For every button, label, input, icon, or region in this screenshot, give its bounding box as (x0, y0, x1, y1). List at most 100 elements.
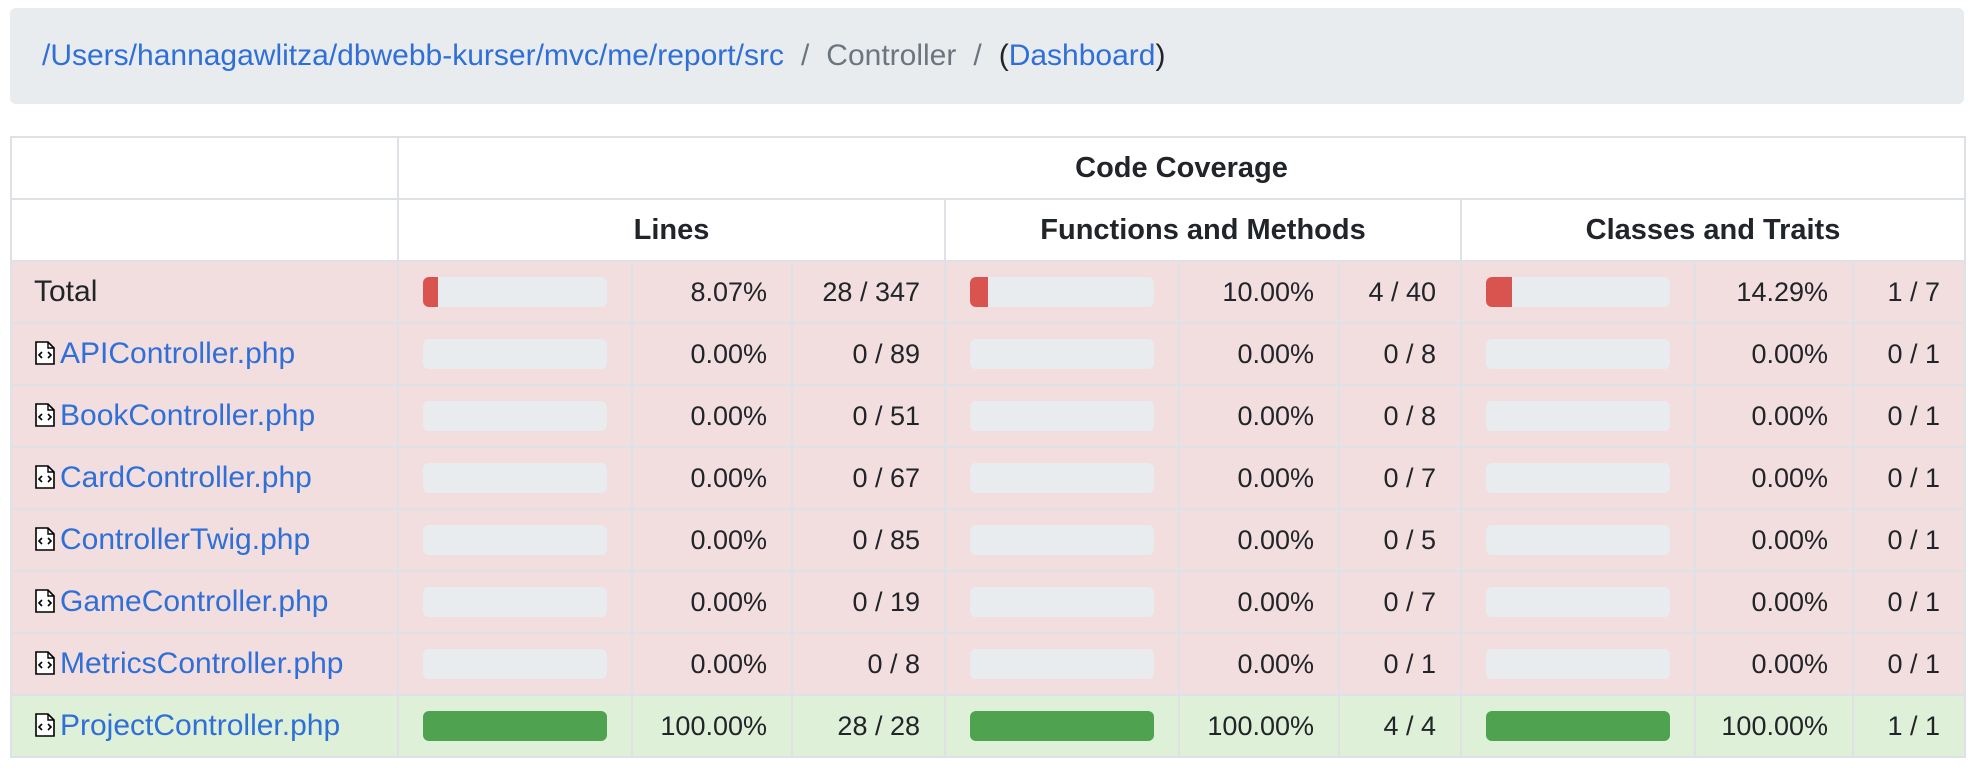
file-link[interactable]: MetricsController.php (60, 647, 343, 680)
classes-bar-cell (1460, 384, 1696, 448)
lines-header: Lines (397, 198, 946, 262)
php-file-icon (34, 525, 56, 551)
breadcrumb: /Users/hannagawlitza/dbwebb-kurser/mvc/m… (10, 8, 1964, 104)
php-file-icon (34, 339, 56, 365)
lines-ratio: 0 / 19 (791, 570, 946, 634)
lines-percent: 0.00% (631, 446, 793, 510)
lines-progress-bar (423, 649, 607, 679)
file-row: CardController.php 0.00% 0 / 67 0.00% 0 / 70… (10, 446, 1966, 510)
file-link[interactable]: CardController.php (60, 461, 312, 494)
methods-bar-cell (944, 260, 1180, 324)
methods-progress-bar (970, 339, 1154, 369)
total-row: Total 8.07% 28 / 347 10.00% 4 / 40 14.29% 1 / … (10, 260, 1966, 324)
file-link[interactable]: BookController.php (60, 399, 315, 432)
lines-ratio: 0 / 89 (791, 322, 946, 386)
classes-percent: 0.00% (1694, 508, 1854, 572)
classes-ratio: 0 / 1 (1852, 322, 1966, 386)
php-file-icon (34, 649, 56, 675)
methods-bar-cell (944, 384, 1180, 448)
name-cell: ProjectController.php (10, 694, 399, 758)
methods-ratio: 4 / 4 (1338, 694, 1462, 758)
lines-bar-cell (397, 384, 633, 448)
classes-ratio: 0 / 1 (1852, 632, 1966, 696)
methods-percent: 0.00% (1178, 446, 1340, 510)
file-link[interactable]: GameController.php (60, 585, 328, 618)
classes-percent: 0.00% (1694, 570, 1854, 634)
methods-ratio: 4 / 40 (1338, 260, 1462, 324)
classes-progress-bar (1486, 711, 1670, 741)
methods-progress-fill (970, 711, 1154, 741)
methods-progress-bar (970, 277, 1154, 307)
classes-progress-bar (1486, 463, 1670, 493)
total-label: Total (34, 275, 98, 308)
name-cell: Total (10, 260, 399, 324)
classes-ratio: 0 / 1 (1852, 384, 1966, 448)
name-cell: CardController.php (10, 446, 399, 510)
lines-percent: 0.00% (631, 632, 793, 696)
classes-progress-bar (1486, 587, 1670, 617)
file-row: ControllerTwig.php 0.00% 0 / 85 0.00% 0 / 50… (10, 508, 1966, 572)
classes-progress-bar (1486, 649, 1670, 679)
lines-progress-fill (423, 277, 438, 307)
header-empty-cell (10, 198, 399, 262)
breadcrumb-separator: / (973, 39, 982, 72)
lines-progress-fill (423, 711, 607, 741)
code-coverage-header: Code Coverage (397, 136, 1966, 200)
methods-progress-bar (970, 525, 1154, 555)
classes-ratio: 0 / 1 (1852, 570, 1966, 634)
name-cell: ControllerTwig.php (10, 508, 399, 572)
lines-percent: 8.07% (631, 260, 793, 324)
lines-percent: 0.00% (631, 384, 793, 448)
lines-ratio: 28 / 347 (791, 260, 946, 324)
lines-bar-cell (397, 508, 633, 572)
classes-progress-fill (1486, 711, 1670, 741)
lines-bar-cell (397, 570, 633, 634)
coverage-table: Code Coverage Lines Functions and Method… (10, 136, 1966, 758)
lines-ratio: 28 / 28 (791, 694, 946, 758)
classes-percent: 0.00% (1694, 632, 1854, 696)
classes-bar-cell (1460, 508, 1696, 572)
classes-bar-cell (1460, 570, 1696, 634)
classes-bar-cell (1460, 260, 1696, 324)
dashboard-paren-open: ( (998, 39, 1009, 72)
name-cell: MetricsController.php (10, 632, 399, 696)
lines-percent: 0.00% (631, 508, 793, 572)
file-link[interactable]: ControllerTwig.php (60, 523, 310, 556)
methods-percent: 0.00% (1178, 322, 1340, 386)
classes-percent: 14.29% (1694, 260, 1854, 324)
methods-bar-cell (944, 570, 1180, 634)
classes-bar-cell (1460, 632, 1696, 696)
file-link[interactable]: ProjectController.php (60, 709, 340, 742)
name-cell: BookController.php (10, 384, 399, 448)
php-file-icon (34, 587, 56, 613)
methods-bar-cell (944, 632, 1180, 696)
methods-progress-bar (970, 587, 1154, 617)
methods-percent: 10.00% (1178, 260, 1340, 324)
lines-bar-cell (397, 260, 633, 324)
methods-ratio: 0 / 8 (1338, 384, 1462, 448)
dashboard-link[interactable]: Dashboard (1009, 39, 1156, 73)
classes-ratio: 1 / 1 (1852, 694, 1966, 758)
classes-bar-cell (1460, 322, 1696, 386)
functions-methods-header: Functions and Methods (944, 198, 1462, 262)
file-row: BookController.php 0.00% 0 / 51 0.00% 0 / 80… (10, 384, 1966, 448)
methods-bar-cell (944, 694, 1180, 758)
file-link[interactable]: APIController.php (60, 337, 295, 370)
methods-percent: 100.00% (1178, 694, 1340, 758)
classes-progress-bar (1486, 339, 1670, 369)
classes-bar-cell (1460, 694, 1696, 758)
breadcrumb-path-link[interactable]: /Users/hannagawlitza/dbwebb-kurser/mvc/m… (42, 39, 784, 73)
methods-progress-bar (970, 463, 1154, 493)
methods-ratio: 0 / 7 (1338, 446, 1462, 510)
file-row: ProjectController.php 100.00% 28 / 28 100.0… (10, 694, 1966, 758)
breadcrumb-separator: / (800, 39, 810, 72)
methods-ratio: 0 / 7 (1338, 570, 1462, 634)
classes-progress-bar (1486, 401, 1670, 431)
lines-progress-bar (423, 463, 607, 493)
php-file-icon (34, 711, 56, 737)
php-file-icon (34, 401, 56, 427)
lines-bar-cell (397, 322, 633, 386)
classes-bar-cell (1460, 446, 1696, 510)
header-empty-cell (10, 136, 399, 200)
lines-ratio: 0 / 67 (791, 446, 946, 510)
